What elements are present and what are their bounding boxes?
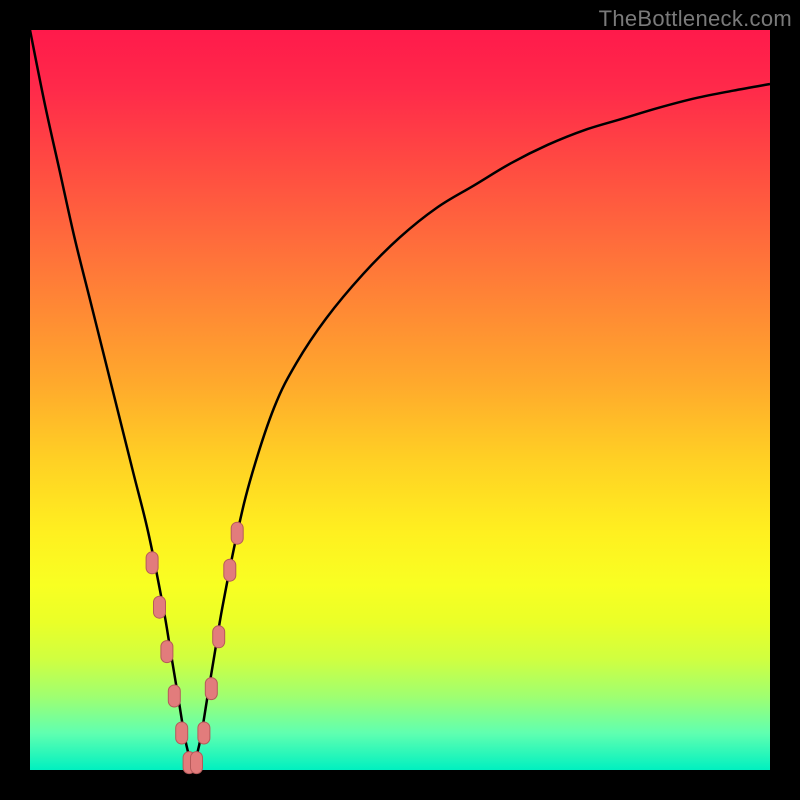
marker xyxy=(213,626,225,648)
marker xyxy=(176,722,188,744)
marker xyxy=(168,685,180,707)
right-curve xyxy=(193,84,770,770)
markers xyxy=(146,522,243,773)
chart-container: TheBottleneck.com xyxy=(0,0,800,800)
marker xyxy=(154,596,166,618)
marker xyxy=(205,678,217,700)
marker xyxy=(224,559,236,581)
marker xyxy=(191,752,203,774)
marker xyxy=(231,522,243,544)
curve-layer xyxy=(30,30,770,770)
plot-area xyxy=(30,30,770,770)
marker xyxy=(146,552,158,574)
marker xyxy=(198,722,210,744)
marker xyxy=(161,641,173,663)
watermark-text: TheBottleneck.com xyxy=(599,6,792,32)
